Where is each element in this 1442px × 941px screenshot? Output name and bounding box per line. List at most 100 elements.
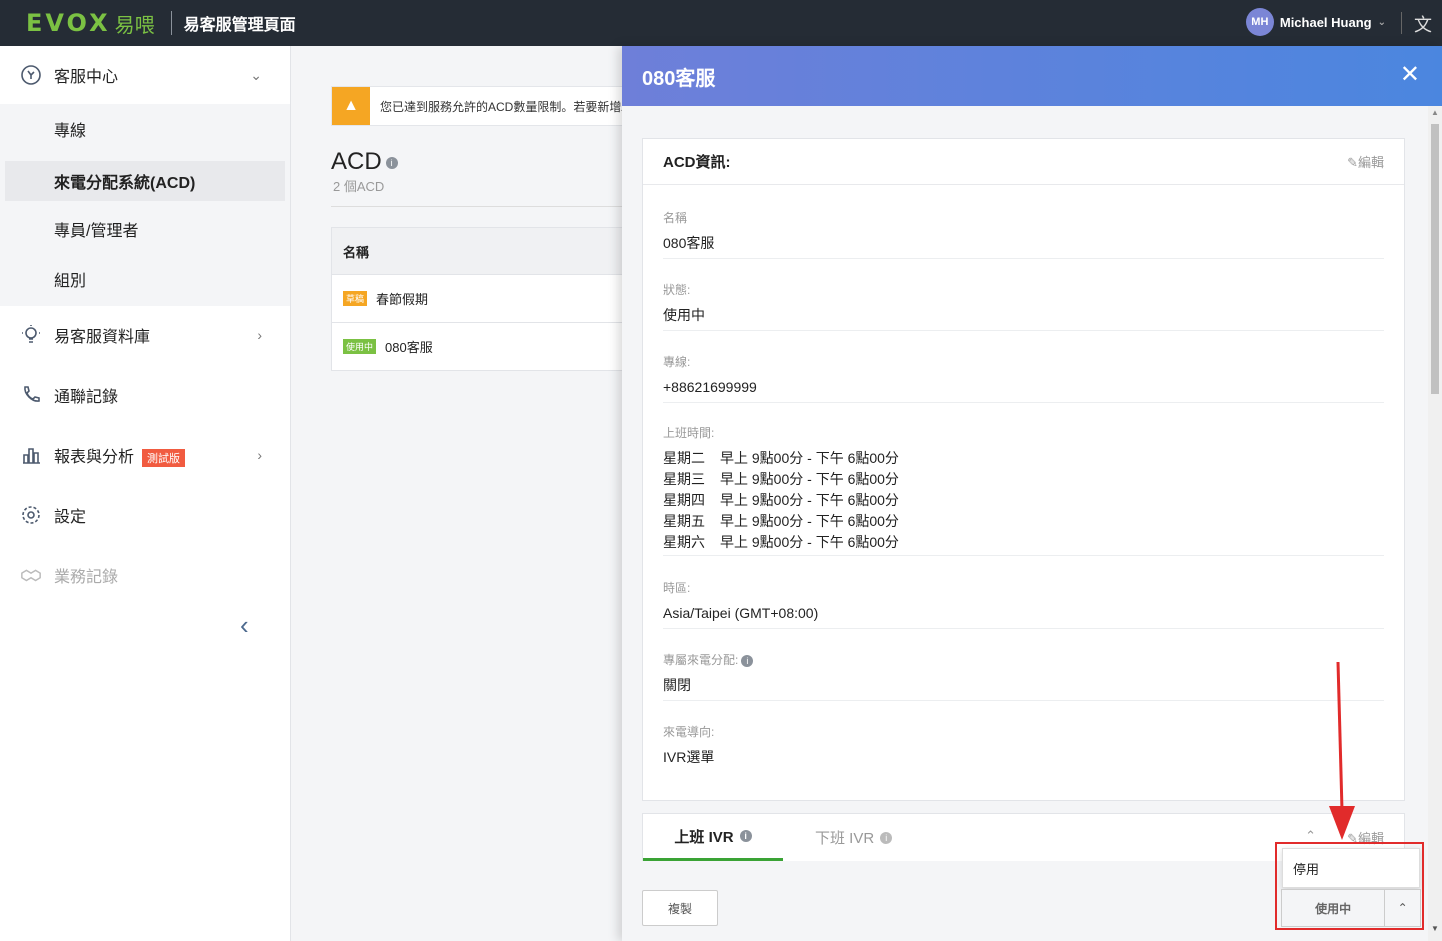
sidebar-item-settings[interactable]: 設定 xyxy=(0,490,290,540)
sidebar-subitem-label: 來電分配系統(ACD) xyxy=(54,175,196,192)
field-routing: 來電導向: IVR選單 xyxy=(663,723,1384,773)
bar-chart-icon xyxy=(20,444,42,466)
limit-alert: ▲ 您已達到服務允許的ACD數量限制。若要新增A xyxy=(331,86,622,126)
scroll-thumb[interactable] xyxy=(1431,124,1439,394)
collapse-sidebar-icon[interactable]: ‹ xyxy=(240,610,249,641)
sidebar-item-label: 業務記錄 xyxy=(54,569,119,586)
top-bar: EVOX 易喂 易客服管理頁面 MH Michael Huang ⌄ 文 xyxy=(0,0,1442,46)
sidebar-item-label: 報表與分析 測試版 xyxy=(54,443,186,467)
pencil-icon: ✎ xyxy=(1347,155,1358,170)
hours-day: 星期三 xyxy=(663,471,705,487)
edit-label: 編輯 xyxy=(1357,155,1384,170)
divider xyxy=(331,206,622,207)
sidebar-item-label: 易客服資料庫 xyxy=(54,329,151,346)
hours-row: 星期五 早上 9點00分 - 下午 6點00分 xyxy=(663,511,1384,532)
copy-button[interactable]: 複製 xyxy=(642,890,718,926)
field-status: 狀態: 使用中 xyxy=(663,281,1384,331)
field-line: 專線: +88621699999 xyxy=(663,353,1384,403)
tab-label: 下班 IVR xyxy=(815,830,875,847)
acd-heading: ACD i xyxy=(331,148,398,176)
dedicated-label: 專屬來電分配: xyxy=(663,653,739,667)
sidebar: 客服中心 ⌄ 專線 來電分配系統(ACD) 專員/管理者 組別 易客服資料庫 ›… xyxy=(0,46,291,941)
sidebar-subitem-label: 專員/管理者 xyxy=(54,223,139,240)
logo-divider xyxy=(170,11,172,35)
hours-list: 星期二 早上 9點00分 - 下午 6點00分 星期三 早上 9點00分 - 下午 … xyxy=(663,448,1384,553)
acd-table: 名稱 草稿 春節假期 使用中 080客服 xyxy=(331,227,622,371)
annotation-arrow-icon xyxy=(1329,661,1355,840)
sidebar-subitem-lines[interactable]: 專線 xyxy=(0,109,290,149)
field-label: 專屬來電分配: i xyxy=(663,651,1384,668)
acd-title: ACD xyxy=(331,148,382,175)
sidebar-item-service-center[interactable]: 客服中心 ⌄ xyxy=(0,50,290,100)
field-value: 使用中 xyxy=(663,307,705,323)
hours-day: 星期五 xyxy=(663,513,705,529)
close-icon[interactable]: ✕ xyxy=(1400,60,1420,89)
drawer-scrollbar[interactable]: ▲ ▼ xyxy=(1428,106,1442,941)
card-title: ACD資訊: xyxy=(663,154,731,171)
scroll-up-icon[interactable]: ▲ xyxy=(1431,108,1439,117)
handshake-icon xyxy=(20,564,42,586)
tab-off-duty-ivr[interactable]: 下班 IVR i xyxy=(815,814,893,861)
field-value: Asia/Taipei (GMT+08:00) xyxy=(663,605,819,621)
field-label: 狀態: xyxy=(663,283,691,297)
chevron-right-icon: › xyxy=(257,447,262,463)
avatar: MH xyxy=(1245,8,1274,36)
phone-icon xyxy=(20,384,42,406)
user-menu[interactable]: MH Michael Huang ⌄ xyxy=(1245,8,1386,36)
translate-icon[interactable]: 文 xyxy=(1414,11,1432,37)
info-icon[interactable]: i xyxy=(741,654,754,667)
main-content: ▲ 您已達到服務允許的ACD數量限制。若要新增A ACD i 2 個ACD 名稱 … xyxy=(291,46,622,941)
info-icon[interactable]: i xyxy=(385,156,398,169)
info-icon: i xyxy=(739,830,752,842)
table-header: 名稱 xyxy=(332,228,622,274)
sidebar-item-reports[interactable]: 報表與分析 測試版 › xyxy=(0,430,290,480)
sidebar-subitem-groups[interactable]: 組別 xyxy=(0,259,290,299)
field-value: 關閉 xyxy=(663,677,691,693)
hours-day: 星期二 xyxy=(663,450,705,466)
field-value: +88621699999 xyxy=(663,379,757,395)
info-icon: i xyxy=(880,831,893,844)
chevron-down-icon: ⌄ xyxy=(1377,16,1386,28)
chevron-down-icon: ⌄ xyxy=(250,66,262,83)
sidebar-item-knowledge-base[interactable]: 易客服資料庫 › xyxy=(0,310,290,360)
field-name: 名稱 080客服 xyxy=(663,209,1384,259)
field-dedicated: 專屬來電分配: i 關閉 xyxy=(663,651,1384,701)
reports-label: 報表與分析 xyxy=(54,449,135,466)
sidebar-item-business-log: 業務記錄 xyxy=(0,550,290,600)
field-value: 080客服 xyxy=(663,235,715,251)
field-value: IVR選單 xyxy=(663,749,715,765)
logo-cn: 易喂 xyxy=(114,14,155,37)
draft-badge: 草稿 xyxy=(343,291,368,306)
page-title: 易客服管理頁面 xyxy=(183,17,296,34)
headset-icon xyxy=(20,64,42,86)
hours-time: 早上 9點00分 - 下午 6點00分 xyxy=(720,513,899,529)
warning-icon: ▲ xyxy=(332,87,370,125)
sidebar-subitem-acd[interactable]: 來電分配系統(ACD) xyxy=(5,161,285,201)
active-badge: 使用中 xyxy=(343,339,377,354)
tab-on-duty-ivr[interactable]: 上班 IVR i xyxy=(643,814,783,861)
lightbulb-icon xyxy=(20,324,42,346)
field-timezone: 時區: Asia/Taipei (GMT+08:00) xyxy=(663,579,1384,629)
logo[interactable]: EVOX 易喂 xyxy=(26,9,155,38)
scroll-down-icon[interactable]: ▼ xyxy=(1431,924,1439,933)
beta-badge: 測試版 xyxy=(142,448,186,467)
sidebar-submenu: 專線 來電分配系統(ACD) 專員/管理者 組別 xyxy=(0,104,290,306)
field-label: 時區: xyxy=(663,581,691,595)
field-hours: 上班時間: 星期二 早上 9點00分 - 下午 6點00分 星期三 早上 9點00分… xyxy=(663,424,1384,556)
sidebar-subitem-label: 專線 xyxy=(54,123,87,140)
sidebar-item-label: 設定 xyxy=(54,509,87,526)
hours-row: 星期六 早上 9點00分 - 下午 6點00分 xyxy=(663,532,1384,553)
field-label: 名稱 xyxy=(663,211,688,225)
drawer-title: 080客服 xyxy=(642,67,716,90)
field-label: 專線: xyxy=(663,355,691,369)
sidebar-item-call-log[interactable]: 通聯記錄 xyxy=(0,370,290,420)
table-row[interactable]: 草稿 春節假期 xyxy=(332,274,622,322)
chevron-right-icon: › xyxy=(257,327,262,343)
edit-button[interactable]: ✎編輯 xyxy=(1347,152,1384,171)
drawer-header: 080客服 xyxy=(622,46,1442,106)
sidebar-subitem-agents[interactable]: 專員/管理者 xyxy=(0,209,290,249)
hours-row: 星期四 早上 9點00分 - 下午 6點00分 xyxy=(663,490,1384,511)
table-row[interactable]: 使用中 080客服 xyxy=(332,322,622,370)
hours-day: 星期四 xyxy=(663,492,705,508)
card-header: ACD資訊: ✎編輯 xyxy=(643,139,1404,185)
